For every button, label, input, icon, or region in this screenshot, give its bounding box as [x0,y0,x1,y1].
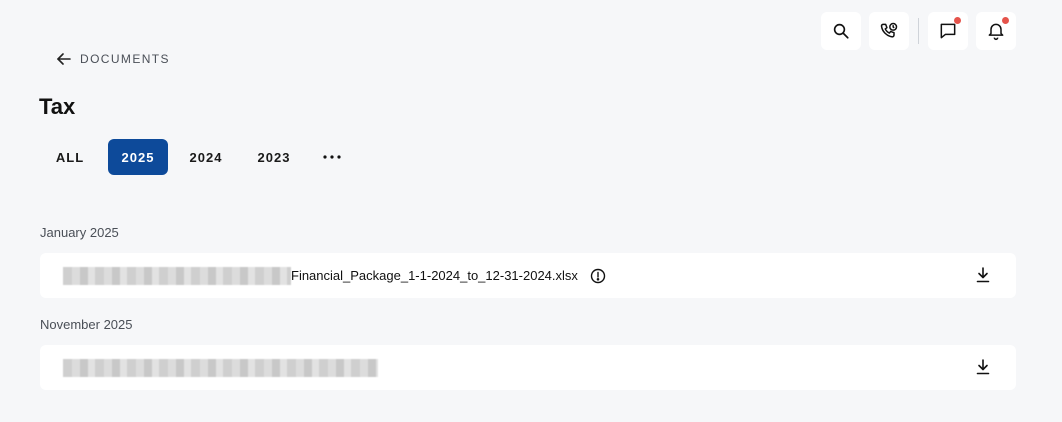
redacted-filename-prefix [63,266,291,285]
tab-2024[interactable]: 2024 [176,139,236,175]
file-name: Financial_Package_1-1-2024_to_12-31-2024… [291,268,578,283]
messages-button[interactable] [928,12,968,50]
back-link[interactable]: DOCUMENTS [57,52,170,66]
search-button[interactable] [821,12,861,50]
notifications-button[interactable] [976,12,1016,50]
search-icon [833,23,849,39]
arrow-left-icon [57,53,71,65]
phone-icon [880,22,898,38]
file-row[interactable] [40,345,1016,390]
messages-badge [954,17,961,24]
notifications-badge [1002,17,1009,24]
ellipsis-icon [323,155,341,159]
tab-all[interactable]: ALL [40,139,100,175]
download-icon [976,359,990,375]
tab-2025[interactable]: 2025 [108,139,168,175]
toolbar-divider [918,18,919,44]
section-label-january-2025: January 2025 [40,225,119,240]
file-row[interactable]: Financial_Package_1-1-2024_to_12-31-2024… [40,253,1016,298]
page-title: Tax [39,94,76,119]
section-label-november-2025: November 2025 [40,317,133,332]
tab-2023[interactable]: 2023 [244,139,304,175]
bell-icon [988,23,1004,41]
more-tabs-button[interactable] [312,139,352,175]
top-toolbar [821,12,1016,50]
year-tabs: ALL 2025 2024 2023 [40,139,352,175]
chat-icon [940,23,956,39]
warning-icon[interactable] [590,268,606,284]
back-link-label: DOCUMENTS [80,52,170,66]
redacted-filename [63,358,378,377]
download-button[interactable] [976,267,990,283]
call-button[interactable] [869,12,909,50]
download-icon [976,267,990,283]
download-button[interactable] [976,359,990,375]
